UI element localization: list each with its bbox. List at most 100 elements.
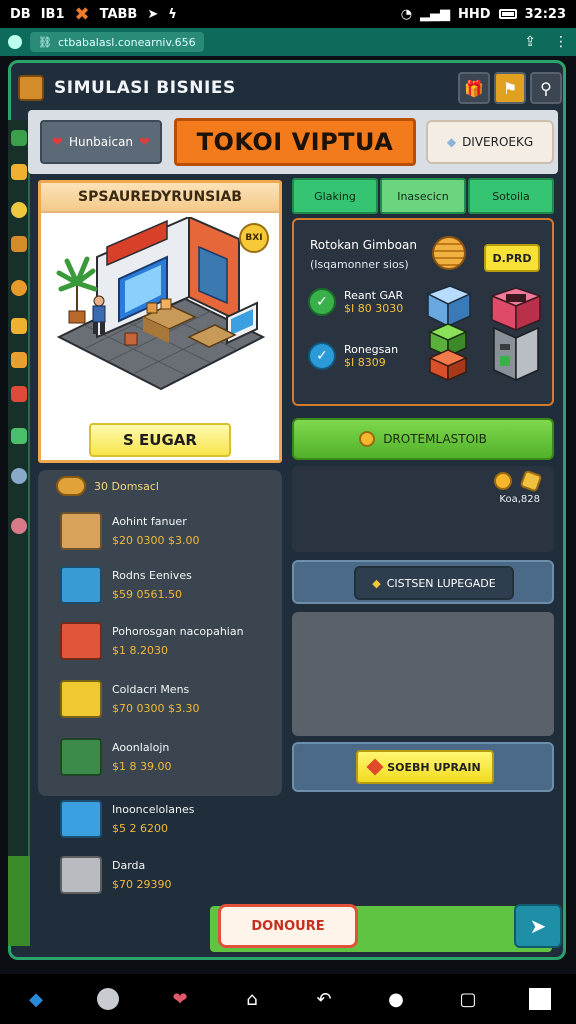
link-icon: ⛓ [38,35,52,49]
recents-icon[interactable]: ▢ [455,986,481,1012]
rail-icon-9[interactable] [11,428,27,444]
browser-url-bar: ⛓ ctbabalasl.conearniv.656 ⇪ ⋮ [0,28,576,56]
menu-dots-icon[interactable]: ⋮ [554,34,568,50]
cart-icon [60,738,102,776]
status-bar: DB IB1 ✖ TABB ➤ ϟ ◔ ▂▄▆ HHD 32:23 [0,0,576,28]
rail-icon-7[interactable] [11,352,27,368]
heart-icon: ❤ [52,134,63,150]
list-item[interactable]: Rodns Eenives $59 0561.50 [60,566,192,604]
item-price: $70 0300 $3.30 [112,702,200,715]
next-button[interactable]: ➤ [514,904,562,948]
rail-icon-8[interactable] [11,386,27,402]
gem-red-icon [366,758,384,776]
favorite-chip[interactable]: ❤ Hunbaican ❤ [40,120,162,164]
tab-sotoila[interactable]: Sotoila [468,178,554,214]
rail-icon-4[interactable] [11,236,27,252]
trophy-icon: ⚑ [502,78,518,98]
rail-icon-6[interactable] [11,318,27,334]
app-header: SIMULASI BISNIES 🎁 ⚑ ⚲ [18,66,562,110]
upgrade-label: CISTSEN LUPEGADE [386,576,496,590]
back-icon[interactable]: ↶ [311,986,337,1012]
gift-icon: 🎁 [464,78,484,98]
repair-strip: SOEBH UPRAIN [292,742,554,792]
item-price: $1 8 39.00 [112,760,172,773]
info-title: Rotokan Gimboan [310,238,417,252]
status-text-2: IB1 [40,6,65,22]
crates-icon [60,622,102,660]
coin-balance-panel: Koa,828 [292,466,554,552]
list-item[interactable]: Inooncelolanes $5 2 6200 [60,800,195,838]
machine-icon [489,287,543,382]
heart-icon-2: ❤ [139,134,150,150]
app-title: SIMULASI BISNIES [54,78,236,98]
stat-label: Reant GAR [344,289,404,302]
gem-yellow-icon: ◆ [372,576,381,590]
item-name: Pohorosgan nacopahian [112,625,244,638]
repair-button[interactable]: SOEBH UPRAIN [356,750,494,784]
rail-icon-1[interactable] [11,130,27,146]
url-field[interactable]: ⛓ ctbabalasl.conearniv.656 [30,32,204,52]
qr-icon[interactable] [527,986,553,1012]
custom-upgrade-button[interactable]: ◆ CISTSEN LUPEGADE [354,566,514,600]
shop-button[interactable]: ⚑ [494,72,526,104]
tab-glaking[interactable]: Glaking [292,178,378,214]
cube-stack-icon [426,285,472,382]
gift-button[interactable]: 🎁 [458,72,490,104]
item-name: Coldacri Mens [112,683,190,696]
items-header-label: 30 Domsacl [94,479,159,493]
stat-value: $I 80 3030 [344,302,404,315]
store-isometric-illustration [56,217,266,391]
list-item[interactable]: Pohorosgan nacopahian $1 8.2030 [60,622,244,660]
item-price: $1 8.2030 [112,644,168,657]
plant-display-icon [60,566,102,604]
info-subtitle: (Isqamonner sios) [310,258,409,271]
promote-button[interactable]: DROTEMLASTOIB [292,418,554,460]
setup-button[interactable]: S EUGAR [89,423,231,457]
side-rail [8,120,30,940]
store-title-button[interactable]: TOKOI VIPTUA [174,118,416,166]
tab-inasecicn[interactable]: Inasecicn [380,178,466,214]
item-name: Rodns Eenives [112,569,192,582]
rail-icon-2[interactable] [11,164,27,180]
rail-icon-3[interactable] [11,202,27,218]
app-diamond-icon[interactable]: ◆ [23,986,49,1012]
coin-icon [494,472,512,490]
notification-x-icon: ✖ [74,3,90,25]
favorite-chip-label: Hunbaican [68,135,134,149]
item-price: $5 2 6200 [112,822,168,835]
top-toolbar: ❤ Hunbaican ❤ TOKOI VIPTUA ◆ DIVEROEKG [28,110,558,174]
list-item[interactable]: Aohint fanuer $20 0300 $3.00 [60,512,199,550]
coin-icon [359,431,376,447]
rail-icon-11[interactable] [11,518,27,534]
price-tag-button[interactable]: D.PRD [484,244,540,272]
wifi-icon: ◔ [400,6,413,22]
stat-label: Ronegsan [344,343,399,356]
repair-label: SOEBH UPRAIN [387,760,481,774]
rail-icon-5[interactable] [11,280,27,296]
list-item[interactable]: Aoonlalojn $1 8 39.00 [60,738,171,776]
check-blue-icon: ✓ [308,342,336,370]
coins-icon [56,476,86,496]
price-badge: BXI [239,223,269,253]
item-name: Aohint fanuer [112,515,187,528]
showcase-title: SPSAUREDYRUNSIAB [41,183,279,213]
discover-chip[interactable]: ◆ DIVEROEKG [426,120,554,164]
search-icon: ⚲ [540,78,552,98]
empty-preview-panel [292,612,554,736]
item-price: $70 29390 [112,878,172,891]
search-button[interactable]: ⚲ [530,72,562,104]
app-gift-icon[interactable]: ❤ [167,986,193,1012]
list-item[interactable]: Coldacri Mens $70 0300 $3.30 [60,680,199,718]
rail-icon-10[interactable] [11,468,27,484]
app-sphere-icon[interactable] [95,986,121,1012]
chat-icon[interactable]: ● [383,986,409,1012]
item-name: Aoonlalojn [112,741,170,754]
home-icon[interactable]: ⌂ [239,986,265,1012]
donate-button[interactable]: DONOURE [218,904,358,948]
box-icon [60,512,102,550]
system-nav-bar: ◆ ❤ ⌂ ↶ ● ▢ [0,974,576,1024]
share-icon[interactable]: ⇪ [524,34,536,50]
robot-icon [60,800,102,838]
ticket-icon [519,469,543,493]
list-item[interactable]: Darda $70 29390 [60,856,172,894]
